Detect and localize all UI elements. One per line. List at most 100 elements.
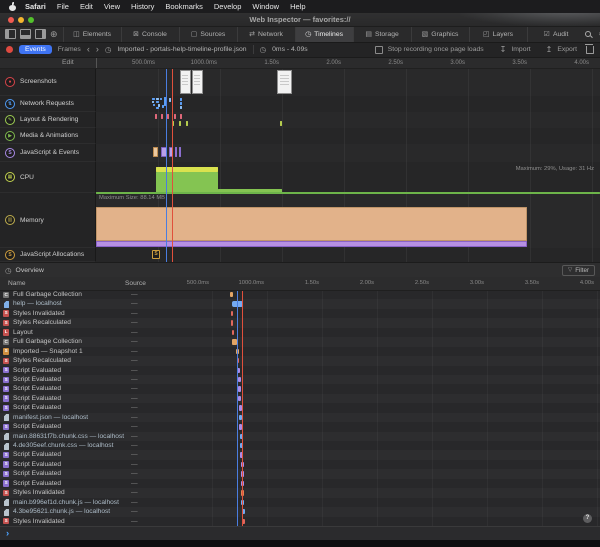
- table-row[interactable]: LLayout—: [0, 328, 600, 337]
- track-screenshots[interactable]: ●Screenshots: [0, 68, 96, 96]
- table-row[interactable]: SStyles Invalidated—: [0, 517, 600, 526]
- table-row[interactable]: SScript Evaluated—: [0, 469, 600, 478]
- table-row[interactable]: main.b996ef1d.chunk.js — localhost—: [0, 498, 600, 507]
- menu-develop[interactable]: Develop: [214, 2, 242, 11]
- events-table: CFull Garbage Collection—help — localhos…: [0, 290, 600, 526]
- table-row[interactable]: SStyles Recalculated—: [0, 356, 600, 365]
- track-javascript-allocations[interactable]: SJavaScript Allocations: [0, 248, 96, 262]
- dock-left-icon[interactable]: [5, 29, 16, 39]
- table-row[interactable]: SScript Evaluated—: [0, 375, 600, 384]
- track-lane-network-requests[interactable]: [96, 96, 600, 113]
- frames-segment-button[interactable]: Frames: [58, 46, 81, 53]
- dock-bottom-icon[interactable]: [20, 29, 31, 39]
- apple-menu-icon[interactable]: [9, 3, 16, 11]
- table-row[interactable]: SStyles Invalidated—: [0, 488, 600, 497]
- console-prompt-chevron[interactable]: ›: [6, 527, 9, 540]
- minimize-window-button[interactable]: [18, 17, 24, 23]
- track-network-requests[interactable]: ⇅Network Requests: [0, 96, 96, 112]
- timeline-ruler[interactable]: Edit 500.0ms1000.0ms1.50s2.00s2.50s3.00s…: [0, 57, 600, 69]
- table-row[interactable]: main.88631f7b.chunk.css — localhost—: [0, 432, 600, 441]
- import-icon: ↧: [500, 45, 507, 54]
- tab-audit[interactable]: ☑Audit: [527, 26, 585, 42]
- document-icon: [4, 433, 10, 440]
- table-row[interactable]: manifest.json — localhost—: [0, 413, 600, 422]
- events-segment-button[interactable]: Events: [19, 45, 52, 54]
- menu-help[interactable]: Help: [290, 2, 305, 11]
- edit-instruments-button[interactable]: Edit: [62, 59, 74, 66]
- quick-console-bar[interactable]: ›: [0, 526, 600, 541]
- stop-recording-checkbox[interactable]: [375, 46, 383, 54]
- desktop-strip: [0, 540, 600, 547]
- table-row[interactable]: SScript Evaluated—: [0, 479, 600, 488]
- track-lane-screenshots[interactable]: [96, 68, 600, 97]
- track-lane-layout-rendering[interactable]: [96, 112, 600, 129]
- close-window-button[interactable]: [8, 17, 14, 23]
- menu-file[interactable]: File: [57, 2, 69, 11]
- event-time-bar: [231, 320, 233, 325]
- table-row[interactable]: SScript Evaluated—: [0, 366, 600, 375]
- tab-label: Sources: [200, 31, 225, 38]
- menu-bookmarks[interactable]: Bookmarks: [165, 2, 203, 11]
- column-header-name[interactable]: Name: [8, 280, 26, 287]
- inspector-tab-bar: ⊕ ◫Elements⊠Console▢Sources⇄Network◷Time…: [0, 26, 600, 43]
- tab-graphics[interactable]: ▧Graphics: [411, 26, 469, 42]
- tab-layers[interactable]: ◰Layers: [469, 26, 527, 42]
- clear-timeline-trash-icon[interactable]: [586, 46, 594, 54]
- event-name: Script Evaluated: [13, 366, 61, 375]
- gc-event-icon: C: [3, 339, 9, 345]
- back-arrow-icon[interactable]: ‹: [87, 42, 90, 57]
- stop-recording-label[interactable]: Stop recording once page loads: [388, 46, 484, 53]
- event-name: Script Evaluated: [13, 384, 61, 393]
- tab-elements[interactable]: ◫Elements: [63, 26, 121, 42]
- help-button[interactable]: ?: [583, 514, 592, 523]
- table-row[interactable]: SScript Evaluated—: [0, 394, 600, 403]
- dock-right-icon[interactable]: [35, 29, 46, 39]
- table-row[interactable]: SImported — Snapshot 1—: [0, 347, 600, 356]
- tab-console[interactable]: ⊠Console: [121, 26, 179, 42]
- menu-safari[interactable]: Safari: [25, 2, 46, 11]
- inspect-element-icon[interactable]: ⊕: [50, 26, 58, 42]
- overview-label[interactable]: Overview: [16, 267, 44, 274]
- table-row[interactable]: SScript Evaluated—: [0, 460, 600, 469]
- track-javascript-events[interactable]: SJavaScript & Events: [0, 144, 96, 162]
- track-lane-memory[interactable]: [96, 193, 600, 249]
- tab-sources[interactable]: ▢Sources: [179, 26, 237, 42]
- table-row[interactable]: SScript Evaluated—: [0, 403, 600, 412]
- menu-history[interactable]: History: [131, 2, 154, 11]
- track-memory[interactable]: ▥Memory: [0, 193, 96, 248]
- table-row[interactable]: CFull Garbage Collection—: [0, 337, 600, 346]
- track-lane-javascript-allocations[interactable]: [96, 248, 600, 263]
- table-row[interactable]: SScript Evaluated—: [0, 450, 600, 459]
- search-icon[interactable]: [585, 31, 592, 38]
- table-row[interactable]: SScript Evaluated—: [0, 384, 600, 393]
- import-button[interactable]: Import: [511, 46, 530, 53]
- track-media-animations[interactable]: ▶Media & Animations: [0, 128, 96, 144]
- table-row[interactable]: CFull Garbage Collection—: [0, 290, 600, 299]
- table-row[interactable]: 4.3be95621.chunk.js — localhost—: [0, 507, 600, 516]
- table-row[interactable]: SScript Evaluated—: [0, 422, 600, 431]
- track-lane-javascript-events[interactable]: [96, 144, 600, 163]
- tab-storage[interactable]: ▤Storage: [353, 26, 411, 42]
- tab-network[interactable]: ⇄Network: [237, 26, 295, 42]
- export-button[interactable]: Export: [557, 46, 577, 53]
- track-layout-rendering[interactable]: ✎Layout & Rendering: [0, 112, 96, 128]
- event-source: —: [131, 479, 138, 488]
- screenshots-icon: ●: [5, 77, 15, 87]
- zoom-window-button[interactable]: [28, 17, 34, 23]
- table-row[interactable]: 4.de305eef.chunk.css — localhost—: [0, 441, 600, 450]
- table-row[interactable]: SStyles Invalidated—: [0, 309, 600, 318]
- filter-button[interactable]: ▽ Filter: [562, 265, 595, 276]
- table-row[interactable]: help — localhost—: [0, 299, 600, 308]
- column-header-source[interactable]: Source: [125, 280, 146, 287]
- record-button[interactable]: [6, 46, 13, 53]
- event-name: Full Garbage Collection: [13, 290, 82, 299]
- menu-edit[interactable]: Edit: [80, 2, 93, 11]
- table-row[interactable]: SStyles Recalculated—: [0, 318, 600, 327]
- event-source: —: [131, 375, 138, 384]
- forward-arrow-icon[interactable]: ›: [96, 42, 99, 57]
- menu-view[interactable]: View: [104, 2, 120, 11]
- menu-window[interactable]: Window: [252, 2, 279, 11]
- track-cpu[interactable]: ▦CPU: [0, 162, 96, 193]
- tab-timelines[interactable]: ◷Timelines: [295, 26, 353, 42]
- track-lane-media-animations[interactable]: [96, 128, 600, 145]
